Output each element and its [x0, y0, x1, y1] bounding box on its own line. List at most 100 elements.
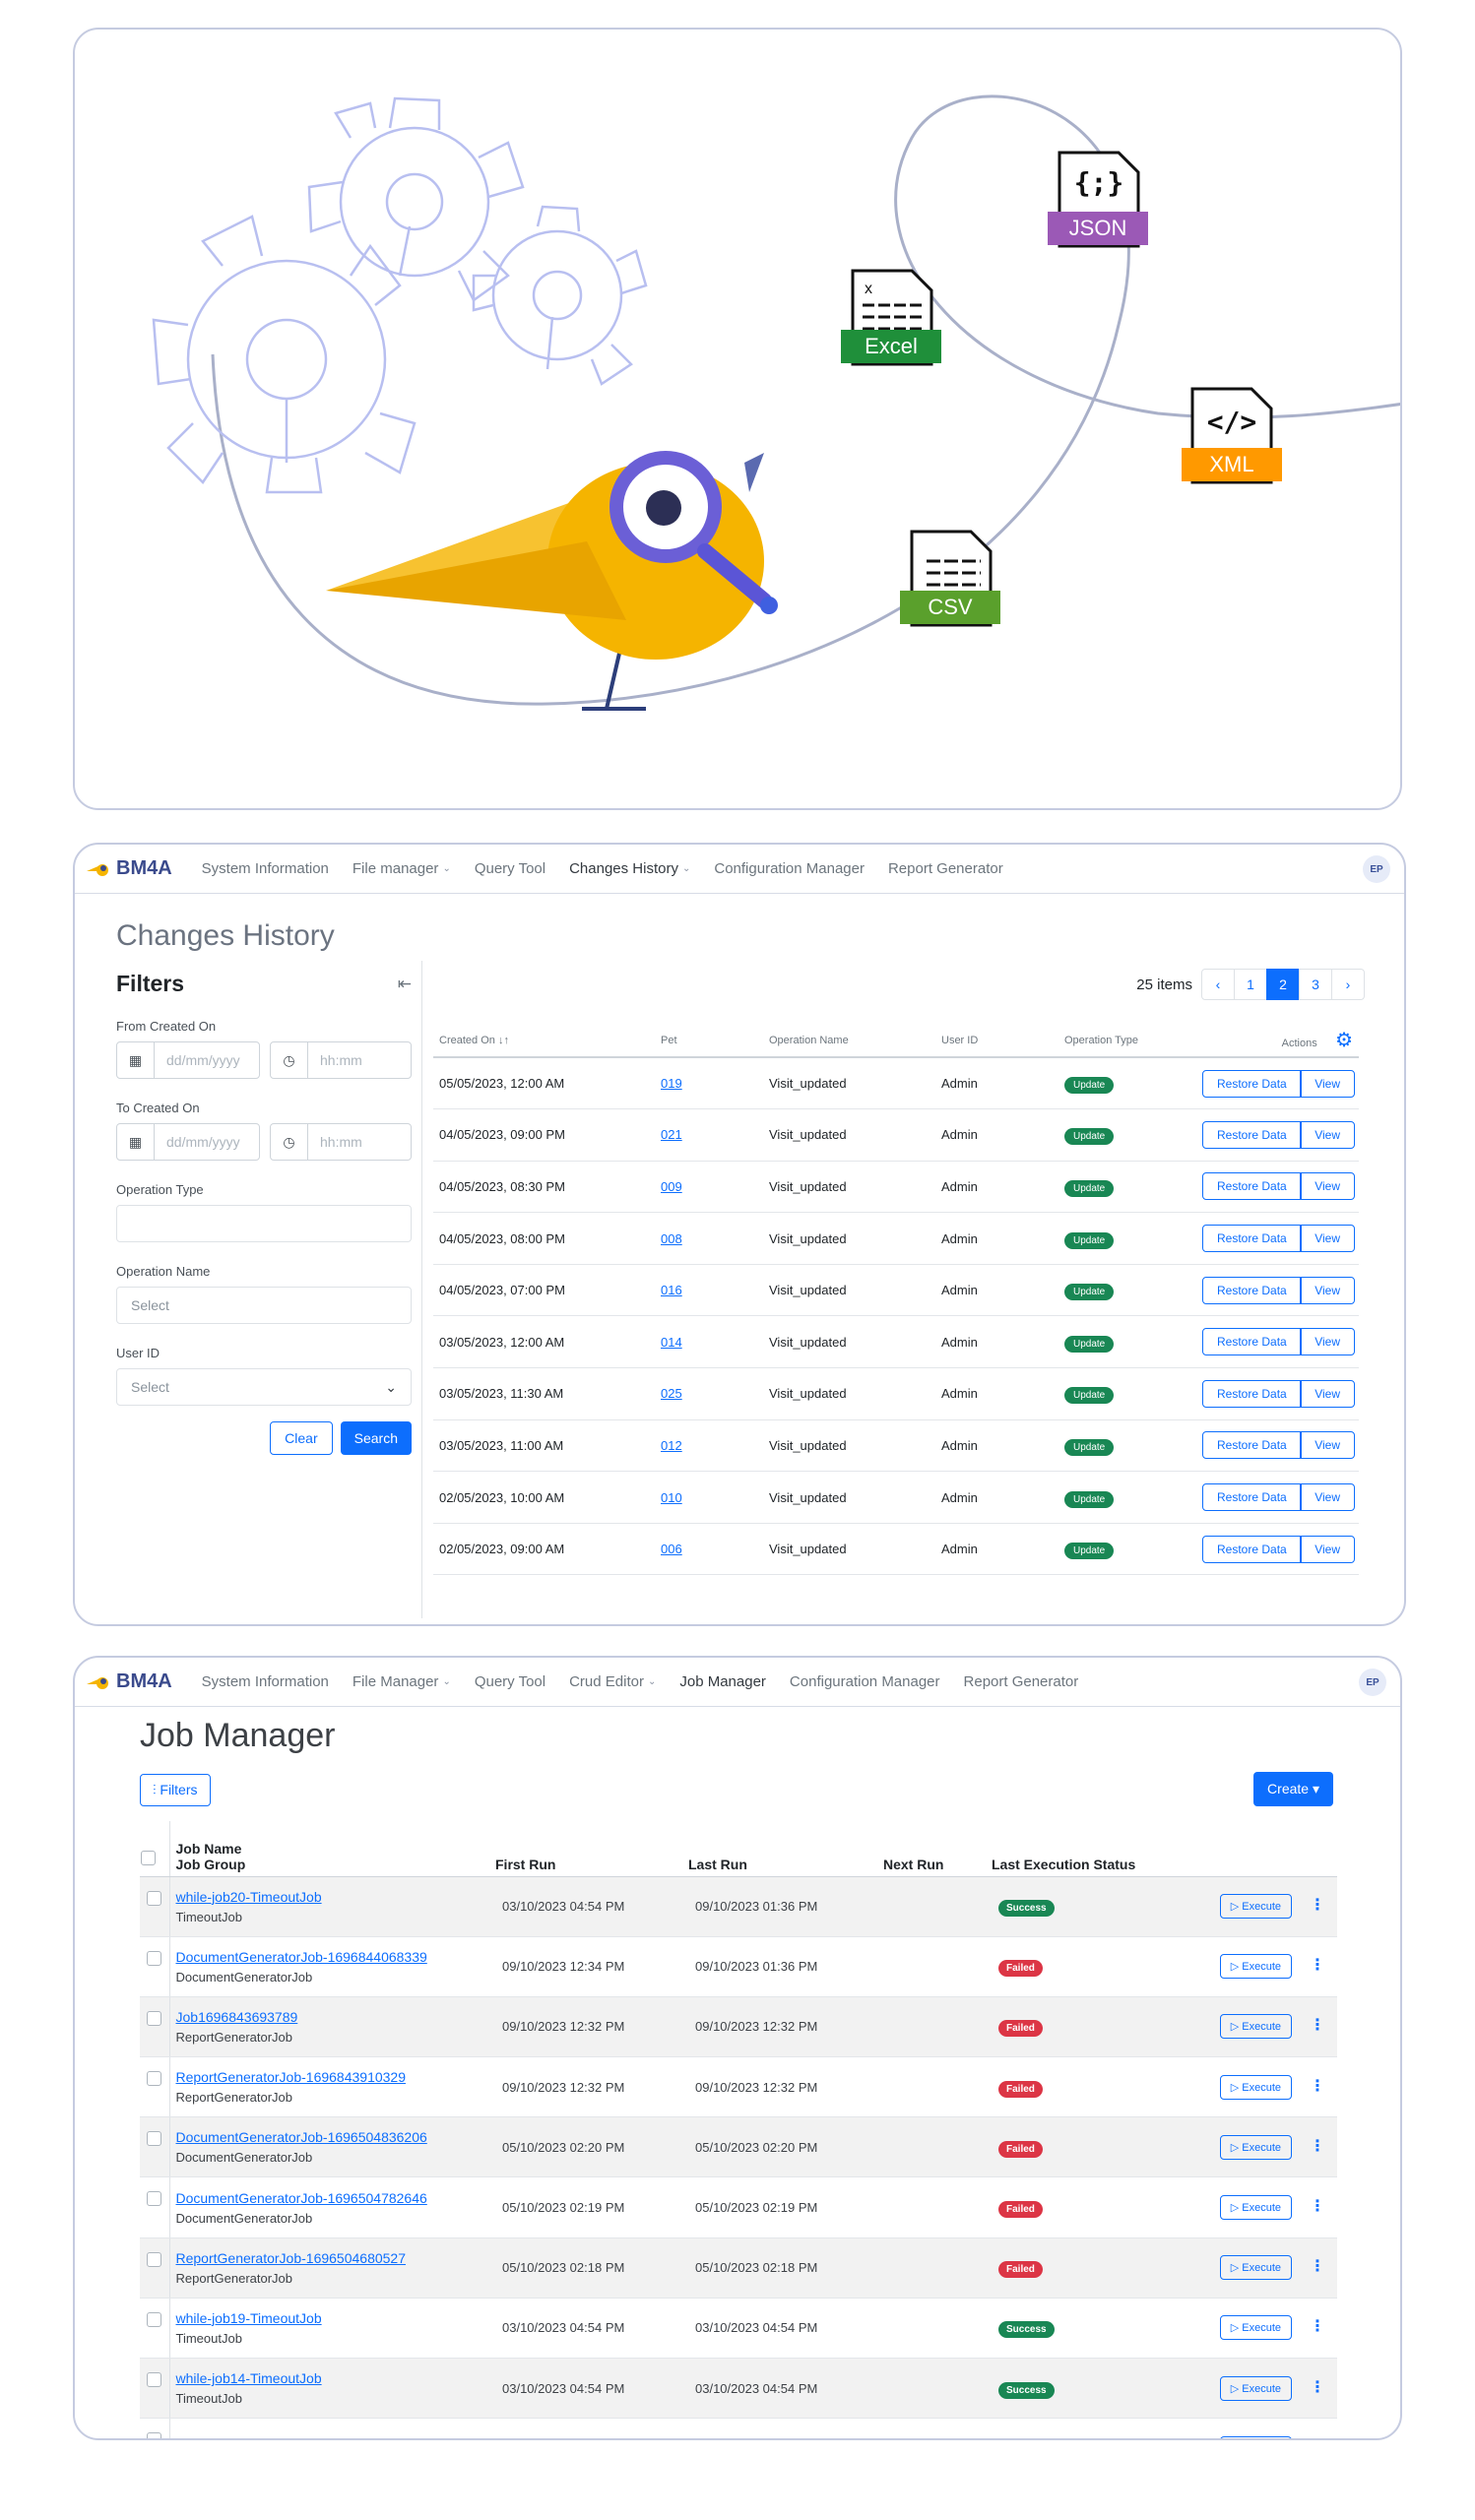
row-checkbox[interactable]: [147, 2311, 162, 2327]
page-2-button[interactable]: 2: [1266, 969, 1300, 1000]
job-name-link[interactable]: ReportGeneratorJob-1696843910329: [176, 2069, 494, 2085]
page-3-button[interactable]: 3: [1299, 969, 1332, 1000]
more-options-icon[interactable]: ⋮: [1310, 2078, 1325, 2095]
row-checkbox[interactable]: [147, 2251, 162, 2267]
restore-data-button[interactable]: Restore Data: [1202, 1328, 1302, 1356]
pet-link[interactable]: 006: [661, 1542, 682, 1556]
row-checkbox[interactable]: [147, 2071, 162, 2087]
restore-data-button[interactable]: Restore Data: [1202, 1276, 1302, 1304]
pet-link[interactable]: 025: [661, 1386, 682, 1401]
view-button[interactable]: View: [1300, 1276, 1355, 1304]
prev-page-button[interactable]: ‹: [1201, 969, 1235, 1000]
view-button[interactable]: View: [1300, 1328, 1355, 1356]
view-button[interactable]: View: [1300, 1172, 1355, 1201]
view-button[interactable]: View: [1300, 1069, 1355, 1098]
restore-data-button[interactable]: Restore Data: [1202, 1120, 1302, 1149]
user-id-select[interactable]: Select ⌄: [116, 1368, 412, 1406]
row-checkbox[interactable]: [147, 1890, 162, 1906]
more-options-icon[interactable]: ⋮: [1310, 1957, 1325, 1974]
execute-button[interactable]: ▷ Execute: [1219, 2375, 1292, 2401]
select-all-checkbox[interactable]: [141, 1850, 156, 1865]
from-date-input[interactable]: ▦ dd/mm/yyyy: [116, 1041, 260, 1079]
job-name-link[interactable]: while-job19-TimeoutJob: [176, 2310, 494, 2326]
nav-report-generator[interactable]: Report Generator: [964, 1673, 1079, 1690]
operation-type-input[interactable]: [116, 1205, 412, 1242]
restore-data-button[interactable]: Restore Data: [1202, 1483, 1302, 1512]
nav-query-tool[interactable]: Query Tool: [475, 1673, 545, 1690]
col-created-on[interactable]: Created On ↓↑: [433, 1024, 660, 1058]
clear-button[interactable]: Clear: [270, 1421, 333, 1455]
restore-data-button[interactable]: Restore Data: [1202, 1225, 1302, 1253]
nav-report-generator[interactable]: Report Generator: [888, 860, 1003, 877]
restore-data-button[interactable]: Restore Data: [1202, 1535, 1302, 1563]
nav-changes-history[interactable]: Changes History ⌄: [569, 860, 690, 877]
view-button[interactable]: View: [1300, 1483, 1355, 1512]
row-checkbox[interactable]: [147, 2191, 162, 2207]
create-button[interactable]: Create ▾: [1253, 1772, 1333, 1806]
execute-button[interactable]: ▷ Execute: [1219, 2134, 1292, 2160]
pet-link[interactable]: 014: [661, 1335, 682, 1350]
more-options-icon[interactable]: ⋮: [1310, 2379, 1325, 2396]
pet-link[interactable]: 008: [661, 1231, 682, 1246]
job-name-link[interactable]: ReportGeneratorJob-1696504680527: [176, 2250, 494, 2266]
to-date-input[interactable]: ▦ dd/mm/yyyy: [116, 1123, 260, 1161]
job-name-link[interactable]: DocumentGeneratorJob-1696504836206: [176, 2129, 494, 2145]
execute-button[interactable]: ▷ Execute: [1219, 2014, 1292, 2040]
brand[interactable]: BM4A: [87, 1670, 172, 1693]
more-options-icon[interactable]: ⋮: [1310, 2318, 1325, 2335]
nav-system-information[interactable]: System Information: [202, 1673, 329, 1690]
page-1-button[interactable]: 1: [1234, 969, 1267, 1000]
execute-button[interactable]: ▷ Execute: [1219, 2074, 1292, 2100]
view-button[interactable]: View: [1300, 1431, 1355, 1460]
execute-button[interactable]: ▷ Execute: [1219, 1894, 1292, 1920]
nav-file-manager[interactable]: File manager ⌄: [353, 860, 451, 877]
nav-crud-editor[interactable]: Crud Editor ⌄: [569, 1673, 656, 1690]
more-options-icon[interactable]: ⋮: [1310, 1897, 1325, 1914]
pet-link[interactable]: 021: [661, 1127, 682, 1142]
execute-button[interactable]: ▷ Execute: [1219, 2315, 1292, 2341]
more-options-icon[interactable]: ⋮: [1310, 2198, 1325, 2215]
gear-icon[interactable]: ⚙: [1335, 1030, 1353, 1051]
avatar[interactable]: EP: [1359, 1669, 1386, 1696]
job-name-link[interactable]: Job1696843693789: [176, 2009, 494, 2025]
pet-link[interactable]: 010: [661, 1490, 682, 1505]
row-checkbox[interactable]: [147, 2010, 162, 2026]
from-time-input[interactable]: ◷ hh:mm: [270, 1041, 412, 1079]
pet-link[interactable]: 009: [661, 1179, 682, 1194]
search-button[interactable]: Search: [340, 1421, 412, 1455]
more-options-icon[interactable]: ⋮: [1310, 2138, 1325, 2155]
restore-data-button[interactable]: Restore Data: [1202, 1431, 1302, 1460]
more-options-icon[interactable]: ⋮: [1310, 2439, 1325, 2440]
row-checkbox[interactable]: [147, 2372, 162, 2387]
job-name-link[interactable]: while-job20-TimeoutJob: [176, 1889, 494, 1905]
more-options-icon[interactable]: ⋮: [1310, 2017, 1325, 2034]
nav-system-information[interactable]: System Information: [202, 860, 329, 877]
nav-file-manager[interactable]: File Manager ⌄: [353, 1673, 451, 1690]
job-name-link[interactable]: while-job14-TimeoutJob: [176, 2370, 494, 2386]
nav-configuration-manager[interactable]: Configuration Manager: [714, 860, 865, 877]
nav-configuration-manager[interactable]: Configuration Manager: [790, 1673, 940, 1690]
restore-data-button[interactable]: Restore Data: [1202, 1069, 1302, 1098]
pet-link[interactable]: 019: [661, 1076, 682, 1091]
job-name-link[interactable]: while-job18-TimeoutJob: [176, 2438, 494, 2439]
restore-data-button[interactable]: Restore Data: [1202, 1172, 1302, 1201]
nav-job-manager[interactable]: Job Manager: [679, 1673, 766, 1690]
row-checkbox[interactable]: [147, 2432, 162, 2438]
job-name-link[interactable]: DocumentGeneratorJob-1696844068339: [176, 1949, 494, 1965]
operation-name-select[interactable]: Select: [116, 1287, 412, 1324]
view-button[interactable]: View: [1300, 1535, 1355, 1563]
to-time-input[interactable]: ◷ hh:mm: [270, 1123, 412, 1161]
more-options-icon[interactable]: ⋮: [1310, 2258, 1325, 2275]
execute-button[interactable]: ▷ Execute: [1219, 2435, 1292, 2438]
row-checkbox[interactable]: [147, 1950, 162, 1966]
next-page-button[interactable]: ›: [1331, 969, 1365, 1000]
execute-button[interactable]: ▷ Execute: [1219, 1954, 1292, 1980]
job-name-link[interactable]: DocumentGeneratorJob-1696504782646: [176, 2190, 494, 2206]
view-button[interactable]: View: [1300, 1379, 1355, 1408]
sort-icon[interactable]: ↓↑: [498, 1035, 509, 1046]
pet-link[interactable]: 016: [661, 1283, 682, 1297]
restore-data-button[interactable]: Restore Data: [1202, 1379, 1302, 1408]
view-button[interactable]: View: [1300, 1120, 1355, 1149]
view-button[interactable]: View: [1300, 1225, 1355, 1253]
execute-button[interactable]: ▷ Execute: [1219, 2195, 1292, 2221]
